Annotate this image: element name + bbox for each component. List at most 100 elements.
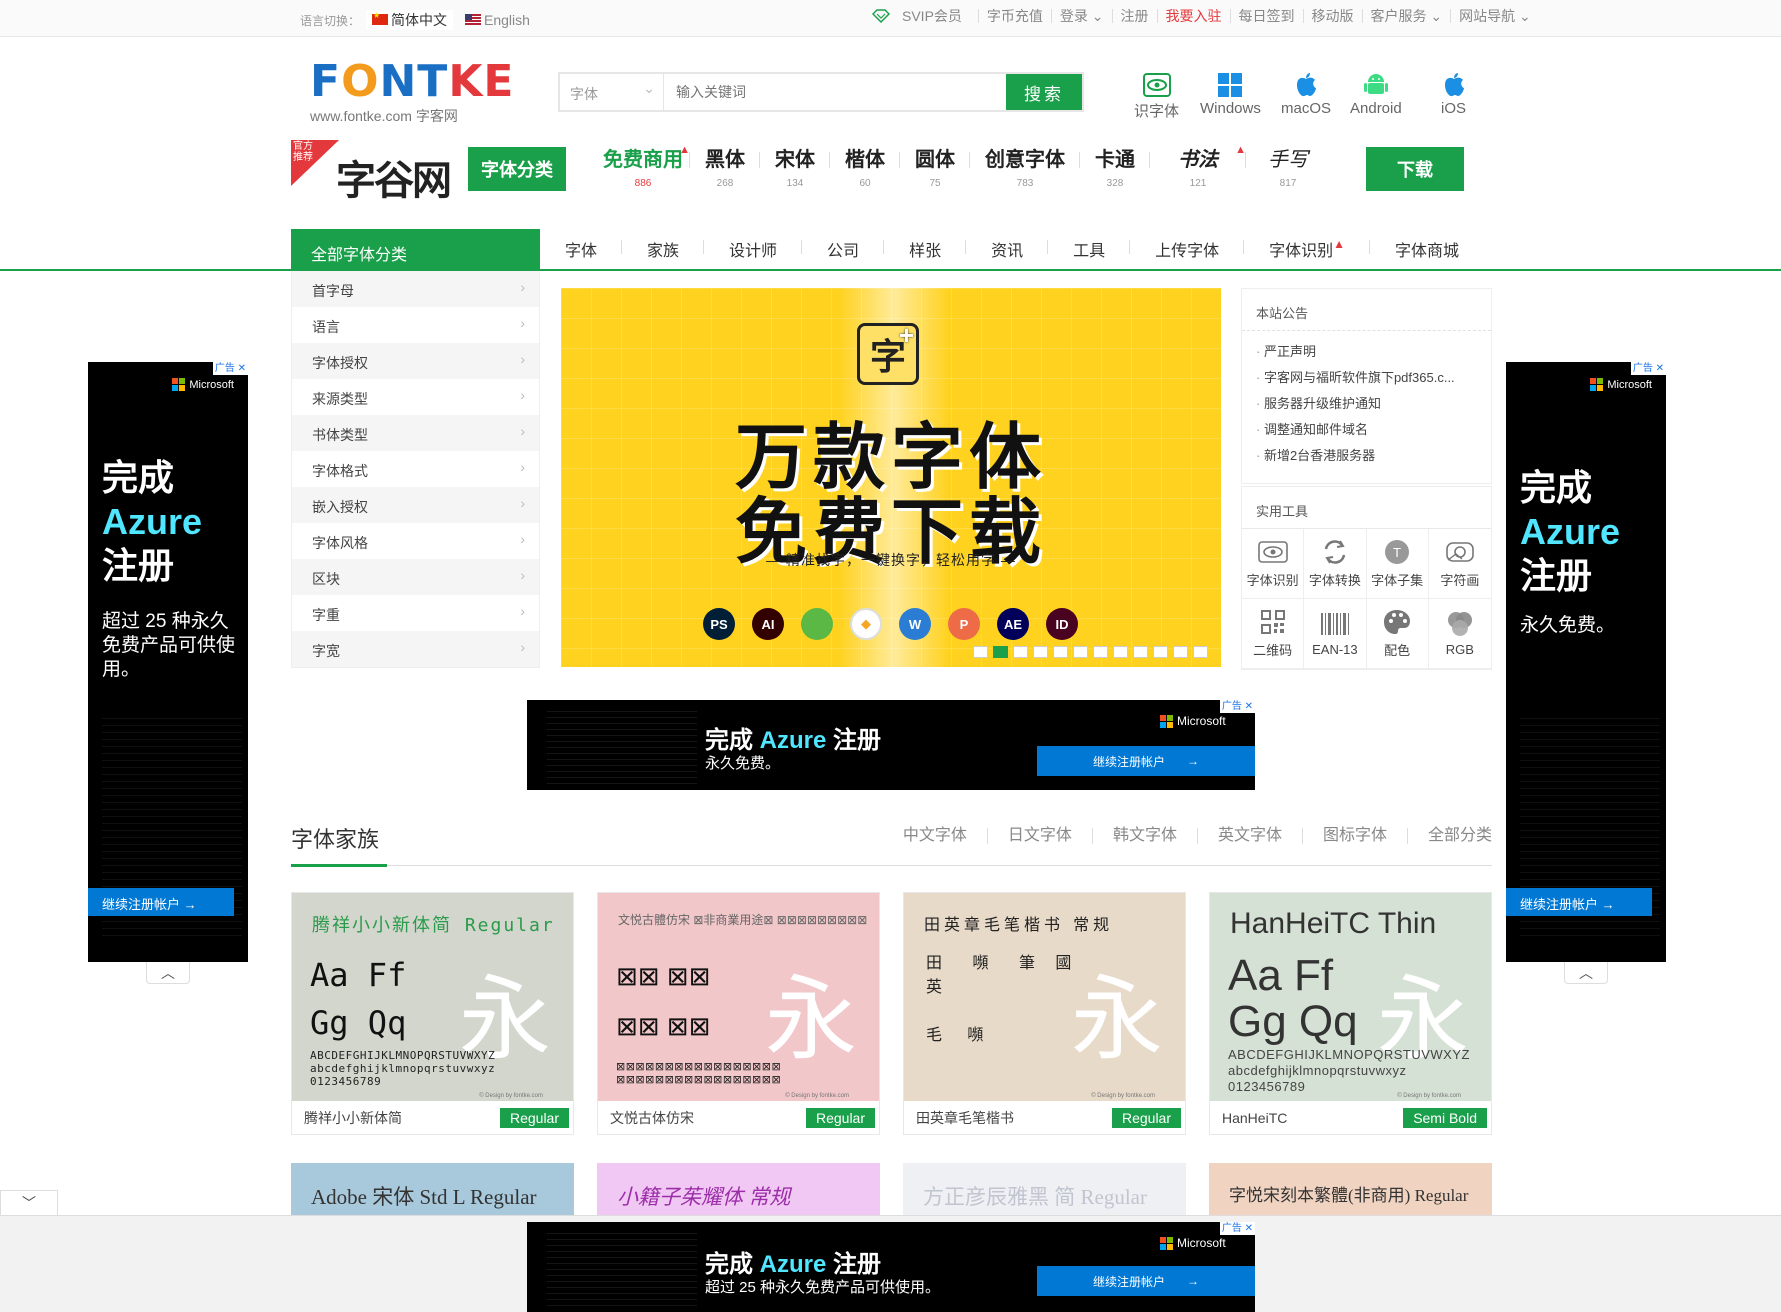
mobile-link[interactable]: 移动版 (1304, 9, 1363, 23)
notice-item[interactable]: 严正声明 (1256, 339, 1477, 365)
nav-tools[interactable]: 工具 (1048, 237, 1131, 261)
notice-item[interactable]: 服务器升级维护通知 (1256, 391, 1477, 417)
collapse-down-icon[interactable]: ﹀ (0, 1190, 58, 1215)
font-family-card[interactable]: HanHeiTC Thin Aa Ff Gg Qq 永 ABCDEFGHIJKLM… (1209, 892, 1492, 1135)
ad-cta-button[interactable]: 继续注册帐户 → (1037, 746, 1255, 776)
bottom-ad[interactable]: 广告 ✕ 完成 Azure 注册 超过 25 种永久免费产品可供使用。 Micr… (527, 1222, 1255, 1312)
sidebar-item-style[interactable]: 字体风格 (292, 523, 539, 559)
weight-tag[interactable]: Semi Bold (1403, 1107, 1487, 1128)
platform-macos[interactable]: macOS (1281, 70, 1331, 117)
font-family-card[interactable]: 田英章毛笔楷书 常规 田 嚬 筆 國英毛 嚬 永 © Design by fon… (903, 892, 1186, 1135)
tab-japanese[interactable]: 日文字体 (988, 828, 1093, 844)
carousel-dot[interactable] (1113, 646, 1128, 658)
checkin-link[interactable]: 每日签到 (1231, 9, 1304, 23)
ad-close-icon[interactable]: 广告 ✕ (1219, 700, 1255, 713)
recharge-link[interactable]: 字币充值 (979, 9, 1052, 23)
platform-identify[interactable]: 识字体 (1134, 70, 1179, 121)
ad-close-icon[interactable]: 广告 ✕ (212, 362, 248, 375)
font-family-card[interactable]: 文悦古體仿宋 ⊠非商業用途⊠ ⊠⊠⊠⊠⊠⊠⊠⊠⊠ ⊠⊠ ⊠⊠ ⊠⊠ ⊠⊠ 永 ⊠⊠… (597, 892, 880, 1135)
notice-item[interactable]: 新增2台香港服务器 (1256, 443, 1477, 469)
sidebar-item-source[interactable]: 来源类型 (292, 379, 539, 415)
carousel-dot[interactable] (1093, 646, 1108, 658)
download-button[interactable]: 下载 (1366, 147, 1464, 191)
register-link[interactable]: 注册 (1113, 9, 1158, 23)
category-creative[interactable]: 创意字体 783 (970, 146, 1080, 189)
sidebar-item-style-type[interactable]: 书体类型 (292, 415, 539, 451)
tab-korean[interactable]: 韩文字体 (1093, 828, 1198, 844)
category-song[interactable]: 宋体 134 (760, 146, 830, 189)
notice-item[interactable]: 调整通知邮件域名 (1256, 417, 1477, 443)
platform-windows[interactable]: Windows (1200, 70, 1261, 117)
font-category-button[interactable]: 字体分类 (468, 147, 566, 191)
zigu-logo[interactable]: 字谷网 (336, 148, 452, 206)
nav-companies[interactable]: 公司 (802, 237, 885, 261)
font-family-card[interactable]: 小籍子茱耀体 常规 (597, 1163, 880, 1215)
sidebar-item-license[interactable]: 字体授权 (292, 343, 539, 379)
tool-ascii-art[interactable]: 字符画 (1428, 529, 1491, 599)
sidebar-item-language[interactable]: 语言 (292, 307, 539, 343)
carousel-dot[interactable] (1133, 646, 1148, 658)
category-hei[interactable]: 黑体 268 (690, 146, 760, 189)
svip-link[interactable]: SVIP会员 (864, 9, 979, 23)
search-type-select[interactable]: 字体 (560, 74, 664, 110)
service-link[interactable]: 客户服务 ⌄ (1363, 9, 1452, 23)
weight-tag[interactable]: Regular (499, 1107, 569, 1128)
font-family-card[interactable]: 字悦宋刻本繁體(非商用) Regular (1209, 1163, 1492, 1215)
tab-icon[interactable]: 图标字体 (1303, 828, 1408, 844)
right-side-ad[interactable]: 广告 ✕ Microsoft 完成 Azure 注册 永久免费。 继续注册帐户 → (1506, 362, 1666, 962)
carousel-dot[interactable] (1193, 646, 1208, 658)
nav-designers[interactable]: 设计师 (704, 237, 803, 261)
category-yuan[interactable]: 圆体 75 (900, 146, 970, 189)
nav-identify[interactable]: 字体识别▲ (1244, 237, 1370, 261)
nav-samples[interactable]: 样张 (884, 237, 967, 261)
nav-fonts[interactable]: 字体 (540, 237, 623, 261)
all-categories-tab[interactable]: 全部字体分类 (291, 229, 540, 271)
tool-font-subset[interactable]: T 字体子集 (1366, 529, 1429, 599)
site-nav-link[interactable]: 网站导航 ⌄ (1451, 9, 1539, 23)
site-logo[interactable]: FONTKE www.fontke.com 字客网 (310, 60, 513, 125)
join-link[interactable]: 我要入驻 (1158, 9, 1231, 23)
middle-ad[interactable]: 广告 ✕ 完成 Azure 注册 永久免费。 Microsoft 继续注册帐户 → (527, 700, 1255, 790)
carousel-dot[interactable] (1013, 646, 1028, 658)
tool-font-convert[interactable]: 字体转换 (1304, 529, 1367, 599)
carousel-dot[interactable] (973, 646, 988, 658)
ad-cta-button[interactable]: 继续注册帐户 → (1506, 888, 1652, 916)
nav-store[interactable]: 字体商城 (1370, 237, 1484, 261)
category-handwriting[interactable]: 手写 817 (1246, 146, 1330, 189)
nav-families[interactable]: 家族 (622, 237, 705, 261)
category-calligraphy[interactable]: 书法 121 ▲ (1150, 144, 1246, 189)
category-kai[interactable]: 楷体 60 (830, 146, 900, 189)
notice-item[interactable]: 字客网与福昕软件旗下pdf365.c... (1256, 365, 1477, 391)
ad-cta-button[interactable]: 继续注册帐户 → (1037, 1266, 1255, 1296)
carousel-dot[interactable] (1173, 646, 1188, 658)
tool-qrcode[interactable]: 二维码 (1242, 599, 1305, 669)
tool-font-identify[interactable]: 字体识别 (1242, 529, 1305, 599)
left-side-ad[interactable]: 广告 ✕ Microsoft 完成 Azure 注册 超过 25 种永久免费产品可供… (88, 362, 248, 962)
sidebar-item-embed[interactable]: 嵌入授权 (292, 487, 539, 523)
sidebar-item-width[interactable]: 字宽 (292, 631, 539, 667)
nav-news[interactable]: 资讯 (966, 237, 1049, 261)
tab-all[interactable]: 全部分类 (1408, 828, 1492, 844)
weight-tag[interactable]: Regular (1111, 1107, 1181, 1128)
lang-chinese[interactable]: 简体中文 (366, 10, 454, 30)
carousel-dot[interactable] (1153, 646, 1168, 658)
sidebar-item-initial[interactable]: 首字母 (292, 271, 539, 307)
carousel-dot[interactable] (1073, 646, 1088, 658)
sidebar-item-weight[interactable]: 字重 (292, 595, 539, 631)
tool-rgb[interactable]: RGB (1428, 599, 1491, 669)
platform-android[interactable]: Android (1350, 70, 1402, 117)
ad-close-icon[interactable]: 广告 ✕ (1219, 1222, 1255, 1235)
tool-palette[interactable]: 配色 (1366, 599, 1429, 669)
collapse-up-icon[interactable]: ︿ (146, 962, 190, 984)
tab-english[interactable]: 英文字体 (1198, 828, 1303, 844)
lang-english[interactable]: English (459, 12, 530, 28)
category-free-commercial[interactable]: 免费商用 886 ▲ (596, 144, 690, 189)
login-link[interactable]: 登录 ⌄ (1052, 9, 1113, 23)
sidebar-item-format[interactable]: 字体格式 (292, 451, 539, 487)
carousel-dot[interactable] (993, 646, 1008, 658)
font-family-card[interactable]: 方正彦辰雅黑 简 Regular (903, 1163, 1186, 1215)
category-cartoon[interactable]: 卡通 328 (1080, 146, 1150, 189)
weight-tag[interactable]: Regular (805, 1107, 875, 1128)
platform-ios[interactable]: iOS (1441, 70, 1466, 117)
hero-banner[interactable]: 字 + 万款字体 免费下载 — 精准找字，一键换字，轻松用字 — PS AI ◆ W P A… (561, 288, 1221, 667)
